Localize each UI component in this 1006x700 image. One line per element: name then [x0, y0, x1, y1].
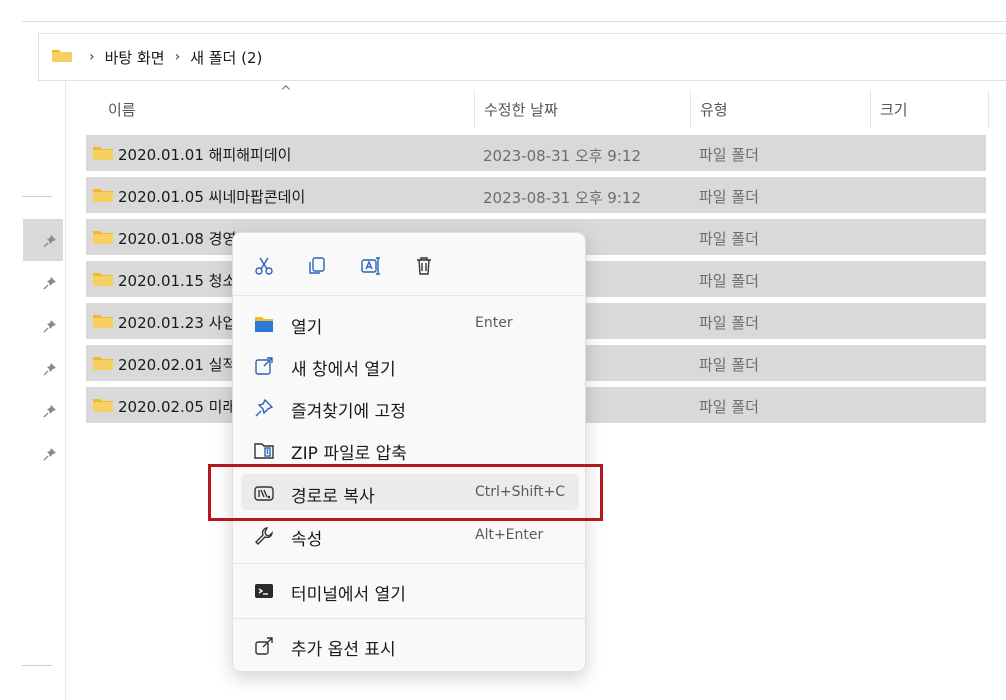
menu-item-show-more-options[interactable]: 추가 옵션 표시 — [241, 627, 579, 663]
menu-item-label: 열기 — [291, 318, 323, 338]
file-row[interactable]: 2020.01.05 씨네마팝콘데이 2023-08-31 오후 9:12 파일 폴… — [86, 177, 986, 213]
file-type: 파일 폴더 — [699, 314, 759, 332]
menu-item-label: 터미널에서 열기 — [291, 585, 406, 605]
file-type: 파일 폴더 — [699, 146, 759, 164]
menu-item-shortcut: Enter — [475, 315, 513, 331]
nav-divider — [22, 196, 52, 197]
column-header-date[interactable]: 수정한 날짜 — [484, 90, 558, 128]
wrench-icon — [253, 525, 275, 547]
pin-icon[interactable] — [43, 403, 57, 418]
file-row[interactable]: 2020.01.01 해피해피데이 2023-08-31 오후 9:12 파일 폴더 — [86, 135, 986, 171]
chevron-right-icon: › — [89, 49, 95, 65]
rename-icon[interactable] — [359, 255, 381, 277]
menu-item-label: 속성 — [291, 530, 323, 550]
folder-icon — [92, 397, 114, 417]
column-header-name[interactable]: 이름 — [108, 90, 136, 128]
file-name: 2020.01.23 사업 — [118, 314, 237, 332]
file-name: 2020.01.08 경영 — [118, 230, 237, 248]
file-name: 2020.02.05 미래 — [118, 398, 237, 416]
delete-icon[interactable] — [413, 255, 435, 277]
file-type: 파일 폴더 — [699, 398, 759, 416]
menu-item-label: 즐겨찾기에 고정 — [291, 402, 406, 422]
pin-icon[interactable] — [43, 275, 57, 290]
column-header-size[interactable]: 크기 — [880, 90, 908, 128]
menu-divider — [233, 618, 585, 619]
file-type: 파일 폴더 — [699, 356, 759, 374]
menu-item-properties[interactable]: 속성 Alt+Enter — [241, 517, 579, 553]
column-divider[interactable] — [474, 90, 475, 128]
menu-divider — [233, 563, 585, 564]
chevron-right-icon: › — [174, 49, 181, 65]
column-divider[interactable] — [870, 90, 871, 128]
pin-icon[interactable] — [43, 233, 57, 248]
file-name: 2020.01.15 청소 — [118, 272, 237, 290]
pin-icon[interactable] — [43, 318, 57, 333]
file-name: 2020.01.01 해피해피데이 — [118, 146, 292, 164]
pin-icon — [253, 397, 275, 419]
folder-icon — [92, 313, 114, 333]
menu-divider — [233, 295, 585, 296]
new-window-icon — [253, 355, 275, 377]
highlight-annotation-box — [208, 464, 603, 521]
file-name: 2020.01.05 씨네마팝콘데이 — [118, 188, 306, 206]
address-bar[interactable]: › 바탕 화면 › 새 폴더 (2) — [38, 33, 1006, 81]
cut-icon[interactable] — [253, 255, 275, 277]
terminal-icon — [253, 580, 275, 602]
file-date: 2023-08-31 오후 9:12 — [483, 189, 641, 207]
menu-item-pin-favorites[interactable]: 즐겨찾기에 고정 — [241, 389, 579, 425]
folder-icon — [92, 271, 114, 291]
sort-ascending-icon: ^ — [280, 84, 292, 100]
menu-item-open-terminal[interactable]: 터미널에서 열기 — [241, 572, 579, 608]
copy-icon[interactable] — [306, 255, 328, 277]
breadcrumb-current-folder[interactable]: 새 폴더 (2) — [190, 47, 262, 68]
menu-item-shortcut: Alt+Enter — [475, 527, 544, 543]
menu-item-open-new-window[interactable]: 새 창에서 열기 — [241, 347, 579, 383]
menu-item-label: 추가 옵션 표시 — [291, 640, 396, 660]
file-type: 파일 폴더 — [699, 188, 759, 206]
file-type: 파일 폴더 — [699, 230, 759, 248]
breadcrumb-desktop[interactable]: 바탕 화면 — [105, 47, 165, 68]
folder-icon — [92, 187, 114, 207]
menu-item-compress-zip[interactable]: ZIP 파일로 압축 — [241, 431, 579, 467]
folder-icon — [92, 355, 114, 375]
pin-icon[interactable] — [43, 361, 57, 376]
pin-icon[interactable] — [43, 446, 57, 461]
folder-icon — [51, 47, 73, 67]
more-options-icon — [253, 635, 275, 657]
context-menu: 열기 Enter 새 창에서 열기 즐겨찾기에 고정 ZIP 파일로 압축 경로… — [232, 232, 586, 672]
zip-icon — [253, 439, 275, 461]
folder-open-icon — [253, 313, 275, 335]
navigation-pane — [0, 80, 66, 700]
menu-item-label: ZIP 파일로 압축 — [291, 444, 407, 464]
file-type: 파일 폴더 — [699, 272, 759, 290]
menu-item-open[interactable]: 열기 Enter — [241, 305, 579, 341]
top-divider — [22, 21, 1006, 22]
folder-icon — [92, 145, 114, 165]
column-divider[interactable] — [690, 90, 691, 128]
column-divider[interactable] — [988, 90, 989, 128]
file-name: 2020.02.01 실적 — [118, 356, 237, 374]
column-header-type[interactable]: 유형 — [700, 90, 728, 128]
menu-item-label: 새 창에서 열기 — [291, 360, 396, 380]
file-date: 2023-08-31 오후 9:12 — [483, 147, 641, 165]
folder-icon — [92, 229, 114, 249]
nav-divider — [22, 665, 52, 666]
